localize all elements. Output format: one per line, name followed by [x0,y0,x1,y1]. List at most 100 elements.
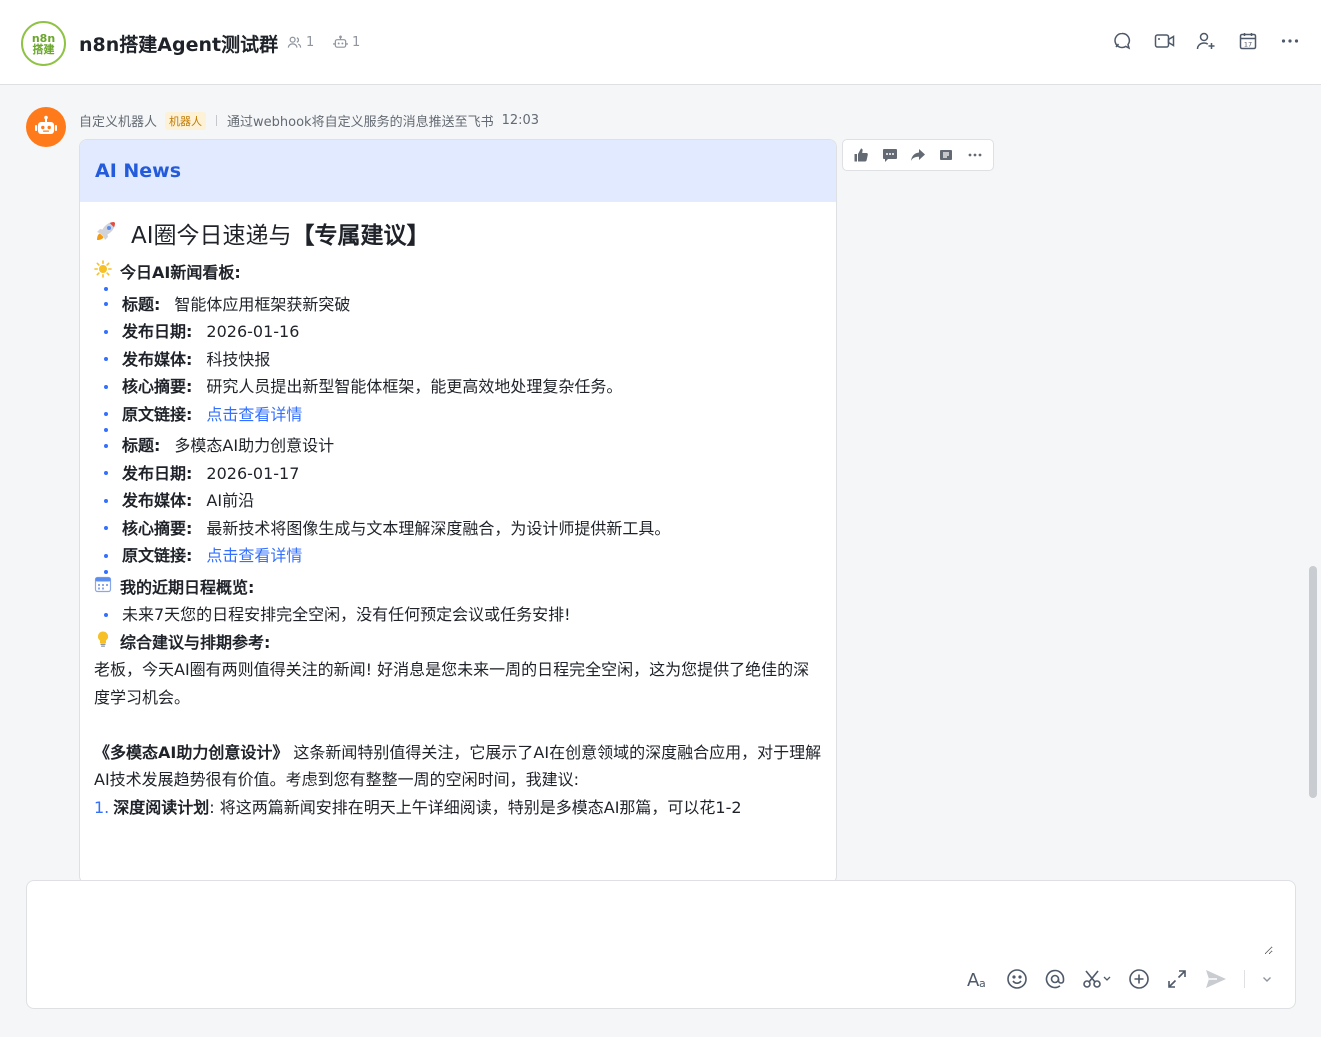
news-link[interactable]: 点击查看详情 [206,401,302,429]
card-body: AI圈今日速递与【专属建议】 今日AI新闻看板: 标题: 智能体应用框架获新突破 … [80,202,836,821]
bullet-dot [104,443,108,448]
field-label: 核心摘要: [122,518,193,538]
bullet-dot [104,302,108,307]
forward-icon[interactable] [907,144,929,166]
schedule-section-heading: 我的近期日程概览: [94,574,822,602]
list-item: 标题: 智能体应用框架获新突破 [94,291,822,319]
news-title: 智能体应用框架获新突破 [174,294,351,314]
news-section-heading: 今日AI新闻看板: [94,259,822,287]
bot-icon [333,35,348,48]
field-label: 发布日期: [122,322,193,341]
members-icon [287,36,302,48]
schedule-item: 未来7天您的日程安排完全空闲，没有任何预定会议或任务安排! [122,605,571,624]
bullet-dot [104,553,108,558]
scrollbar-thumb[interactable] [1309,566,1317,798]
field-label: 标题: [122,294,161,314]
group-avatar[interactable]: n8n 搭建 [21,21,66,66]
calendar-emoji-icon [94,574,112,602]
step-title: 深度阅读计划 [113,797,210,817]
comment-icon[interactable] [879,144,901,166]
message-input[interactable] [43,895,1273,955]
screenshot-icon[interactable] [1082,967,1112,991]
sender-name[interactable]: 自定义机器人 [79,111,157,130]
robot-icon [35,115,57,134]
mention-icon[interactable] [1044,967,1066,991]
list-item: 原文链接: 点击查看详情 [94,542,822,570]
bullet-dot [104,384,108,389]
bullet-dot [104,329,108,334]
card-title-bold: 【专属建议】 [291,223,430,249]
bot-count-value: 1 [352,35,361,50]
more-icon[interactable] [964,144,986,166]
field-label: 原文链接: [122,404,193,424]
card-title-normal: AI圈今日速递与 [131,223,292,249]
svg-text:17: 17 [1244,41,1252,49]
bullet-dot [104,428,108,432]
news-date: 2026-01-16 [206,322,300,341]
more-options-icon[interactable] [1279,30,1301,52]
field-label: 发布日期: [122,463,193,483]
field-label: 发布媒体: [122,491,193,510]
composer-toolbar: Aa [966,967,1273,991]
add-icon[interactable] [1128,967,1150,991]
group-avatar-line1: n8n [31,31,56,45]
list-item: 发布日期: 2026-01-16 [94,318,822,346]
message-meta: 自定义机器人 机器人 通过webhook将自定义服务的消息推送至飞书 12:03 [79,111,539,130]
emoji-icon[interactable] [1006,967,1028,991]
message-composer: Aa [26,880,1296,1009]
bot-count[interactable]: 1 [333,35,360,50]
news-summary: 最新技术将图像生成与文本理解深度融合，为设计师提供新工具。 [206,518,671,538]
advice-section-label: 综合建议与排期参考: [120,632,271,652]
bullet-dot [104,357,108,362]
calendar-icon[interactable]: 17 [1237,30,1259,52]
advice-section-heading: 综合建议与排期参考: [94,629,822,657]
meta-divider [216,115,218,126]
bullet-dot [104,286,108,291]
chevron-down-icon[interactable] [1261,967,1273,991]
bullet-dot [104,526,108,531]
news-media: 科技快报 [206,349,271,369]
bullet-dot [104,471,108,476]
message-action-bar [842,139,994,171]
header-toolbar: 17 [1111,30,1301,52]
card-title: AI圈今日速递与【专属建议】 [94,216,822,257]
advice-highlight: 《多模态AI助力创意设计》 [94,742,289,762]
member-count[interactable]: 1 [287,35,314,50]
chat-window: n8n 搭建 n8n搭建Agent测试群 1 1 17 自定义机器人 机器人 通… [0,0,1321,1037]
list-item: 原文链接: 点击查看详情 [94,401,822,429]
bot-description: 通过webhook将自定义服务的消息推送至飞书 [227,115,494,130]
field-label: 原文链接: [122,546,193,565]
field-label: 核心摘要: [122,377,193,396]
expand-icon[interactable] [1166,967,1188,991]
send-divider [1244,970,1245,988]
list-item: 发布媒体: 科技快报 [94,346,822,374]
video-call-icon[interactable] [1153,30,1175,52]
news-section-label: 今日AI新闻看板: [120,263,241,282]
card-header: AI News [80,140,836,202]
pin-icon[interactable] [935,144,957,166]
advice-paragraph: 老板，今天AI圈有两则值得关注的新闻! 好消息是您未来一周的日程完全空闲，这为您… [94,660,810,707]
bullet-dot [104,498,108,503]
group-title[interactable]: n8n搭建Agent测试群 [79,30,278,57]
news-title: 多模态AI助力创意设计 [174,436,335,455]
svg-text:a: a [979,977,986,990]
search-chat-icon[interactable] [1111,30,1133,52]
advice-step: 1. 深度阅读计划: 将这两篇新闻安排在明天上午详细阅读，特别是多模态AI那篇，可… [94,794,822,822]
chat-header: n8n 搭建 n8n搭建Agent测试群 1 1 17 [0,0,1321,85]
schedule-section-label: 我的近期日程概览: [120,577,255,597]
list-item: 核心摘要: 研究人员提出新型智能体框架，能更高效地处理复杂任务。 [94,373,822,401]
thumbs-up-icon[interactable] [850,144,872,166]
bot-avatar[interactable] [26,107,66,147]
font-style-icon[interactable]: Aa [966,967,990,991]
send-icon[interactable] [1204,967,1228,991]
add-member-icon[interactable] [1195,30,1217,52]
bullet-dot [104,412,108,417]
news-date: 2026-01-17 [206,463,300,483]
field-label: 标题: [122,436,161,455]
news-card: AI News AI圈今日速递与【专属建议】 今日AI新闻看板: 标题: 智能体应… [79,139,837,884]
news-link[interactable]: 点击查看详情 [206,542,302,570]
step-text: : 将这两篇新闻安排在明天上午详细阅读，特别是多模态AI那篇，可以花1-2 [209,797,742,817]
list-item: 未来7天您的日程安排完全空闲，没有任何预定会议或任务安排! [94,601,822,629]
step-number: 1. [94,797,110,817]
